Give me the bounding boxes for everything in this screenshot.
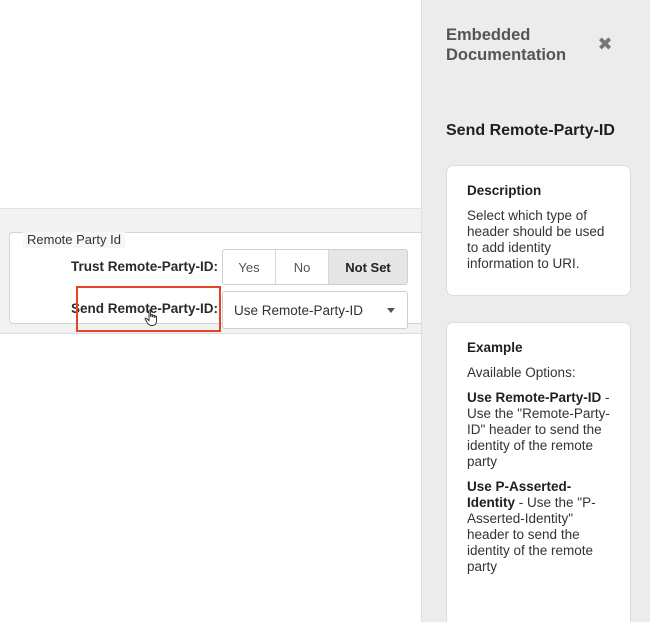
description-title: Description <box>467 183 542 198</box>
example-option-2: Use P-Asserted-Identity - Use the "P-Ass… <box>467 479 615 575</box>
select-value: Use Remote-Party-ID <box>234 302 364 318</box>
caret-down-icon <box>387 308 395 313</box>
hand-pointer-cursor-icon <box>144 309 157 326</box>
send-remote-party-id-select[interactable]: Use Remote-Party-ID <box>222 291 408 329</box>
description-text: Select which type of header should be us… <box>467 208 605 271</box>
trust-option-yes[interactable]: Yes <box>223 250 276 284</box>
trust-remote-party-id-label: Trust Remote-Party-ID: <box>70 259 218 274</box>
example-title: Example <box>467 340 523 355</box>
trust-option-not-set[interactable]: Not Set <box>329 250 407 284</box>
close-icon[interactable]: ✖ <box>595 34 615 54</box>
doc-heading: Send Remote-Party-ID <box>446 122 615 139</box>
example-intro: Available Options: <box>467 365 576 380</box>
trust-remote-party-id-toggle: Yes No Not Set <box>222 249 408 285</box>
option-1-name: Use Remote-Party-ID <box>467 390 602 405</box>
trust-option-no[interactable]: No <box>276 250 329 284</box>
fieldset-legend: Remote Party Id <box>23 232 125 248</box>
example-card: Example Available Options: Use Remote-Pa… <box>446 322 631 622</box>
example-option-1: Use Remote-Party-ID - Use the "Remote-Pa… <box>467 390 615 470</box>
description-card: Description Select which type of header … <box>446 165 631 296</box>
doc-panel-title: Embedded Documentation <box>446 26 567 64</box>
embedded-documentation-panel: Embedded Documentation ✖ Send Remote-Par… <box>421 0 650 622</box>
